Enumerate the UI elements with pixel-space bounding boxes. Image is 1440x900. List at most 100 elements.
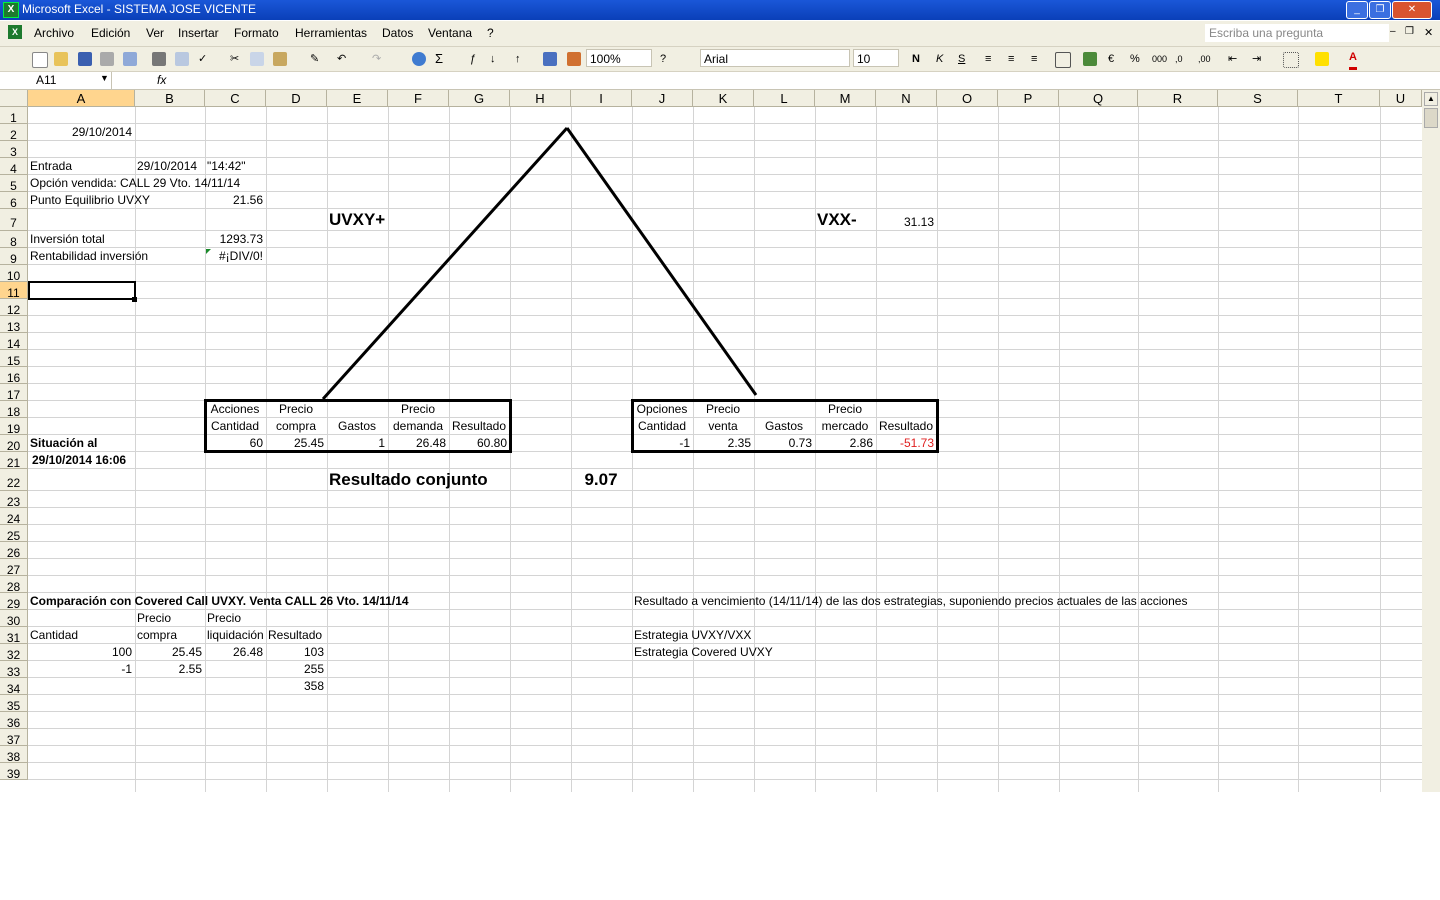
cell-j29[interactable]: Resultado a vencimiento (14/11/14) de la…: [634, 593, 1187, 610]
column-header-u[interactable]: U: [1380, 90, 1422, 107]
cell-a31[interactable]: Cantidad: [30, 627, 78, 644]
scroll-thumb[interactable]: [1424, 108, 1438, 128]
menu-formato[interactable]: Formato: [234, 26, 279, 40]
column-header-e[interactable]: E: [327, 90, 388, 107]
increase-indent-icon[interactable]: ⇥: [1252, 51, 1261, 67]
cell-c9[interactable]: #¡DIV/0!: [207, 248, 263, 265]
cell-c32[interactable]: 26.48: [207, 644, 263, 661]
italic-icon[interactable]: K: [936, 51, 943, 67]
row-header-2[interactable]: 2: [0, 124, 28, 142]
cell-a4[interactable]: Entrada: [30, 158, 72, 175]
column-header-c[interactable]: C: [205, 90, 266, 107]
row-header-35[interactable]: 35: [0, 695, 28, 713]
cell-a8[interactable]: Inversión total: [30, 231, 105, 248]
copy-icon[interactable]: [250, 52, 264, 66]
thousands-icon[interactable]: 000: [1152, 51, 1167, 67]
column-header-f[interactable]: F: [388, 90, 449, 107]
column-header-a[interactable]: A: [28, 90, 135, 107]
paste-icon[interactable]: [273, 52, 287, 66]
bold-icon[interactable]: N: [912, 51, 920, 67]
cell-d34[interactable]: 358: [268, 678, 324, 695]
cell-a9[interactable]: Rentabilidad inversión: [30, 248, 148, 265]
row-header-4[interactable]: 4: [0, 158, 28, 176]
row-header-27[interactable]: 27: [0, 559, 28, 577]
cell-d31[interactable]: Resultado: [268, 627, 322, 644]
column-header-h[interactable]: H: [510, 90, 571, 107]
workbook-icon[interactable]: X: [8, 25, 22, 39]
cell-a21[interactable]: 29/10/2014 16:06: [32, 452, 126, 469]
minimize-workbook-icon[interactable]: ‒: [1390, 26, 1396, 37]
autosum-icon[interactable]: Σ: [435, 51, 443, 67]
row-header-9[interactable]: 9: [0, 248, 28, 266]
row-header-3[interactable]: 3: [0, 141, 28, 159]
zoom-combo[interactable]: 100%: [586, 49, 652, 67]
row-header-22[interactable]: 22: [0, 469, 28, 491]
cell-a32[interactable]: 100: [30, 644, 132, 661]
row-header-15[interactable]: 15: [0, 350, 28, 368]
menu-edicion[interactable]: Edición: [91, 26, 130, 40]
name-box-dropdown-icon[interactable]: ▼: [100, 73, 109, 83]
align-left-icon[interactable]: ≡: [985, 51, 991, 67]
cell-m7[interactable]: VXX-: [817, 209, 857, 231]
restore-button[interactable]: ❐: [1369, 1, 1391, 19]
menu-datos[interactable]: Datos: [382, 26, 413, 40]
cell-b33[interactable]: 2.55: [137, 661, 202, 678]
redo-icon[interactable]: ↷: [372, 51, 381, 67]
column-header-t[interactable]: T: [1298, 90, 1380, 107]
row-header-37[interactable]: 37: [0, 729, 28, 747]
row-header-29[interactable]: 29: [0, 593, 28, 611]
row-header-31[interactable]: 31: [0, 627, 28, 645]
cell-c4[interactable]: "14:42": [207, 158, 246, 175]
menu-insertar[interactable]: Insertar: [178, 26, 219, 40]
euro-icon[interactable]: €: [1108, 51, 1114, 67]
column-header-d[interactable]: D: [266, 90, 327, 107]
column-header-q[interactable]: Q: [1059, 90, 1138, 107]
font-size-combo[interactable]: 10: [853, 49, 899, 67]
row-header-13[interactable]: 13: [0, 316, 28, 334]
row-header-23[interactable]: 23: [0, 491, 28, 509]
column-header-m[interactable]: M: [815, 90, 876, 107]
row-header-25[interactable]: 25: [0, 525, 28, 543]
row-header-36[interactable]: 36: [0, 712, 28, 730]
cell-j32[interactable]: Estrategia Covered UVXY: [634, 644, 773, 661]
fill-handle[interactable]: [132, 297, 137, 302]
cell-j31[interactable]: Estrategia UVXY/VXX: [634, 627, 751, 644]
active-cell-selection[interactable]: [28, 281, 136, 300]
cell-c30[interactable]: Precio: [207, 610, 241, 627]
cut-icon[interactable]: ✂: [230, 51, 239, 67]
column-header-j[interactable]: J: [632, 90, 693, 107]
row-header-38[interactable]: 38: [0, 746, 28, 764]
row-header-5[interactable]: 5: [0, 175, 28, 193]
print-icon[interactable]: [152, 52, 166, 66]
cell-a20[interactable]: Situación al: [30, 435, 97, 452]
cell-a29[interactable]: Comparación con Covered Call UVXY. Venta…: [30, 593, 409, 610]
cell-b4[interactable]: 29/10/2014: [137, 158, 197, 175]
font-color-icon[interactable]: A: [1349, 51, 1357, 70]
column-header-o[interactable]: O: [937, 90, 998, 107]
percent-icon[interactable]: %: [1130, 51, 1140, 67]
menu-help[interactable]: ?: [487, 26, 494, 40]
cell-c8[interactable]: 1293.73: [207, 231, 263, 248]
cell-e7[interactable]: UVXY+: [329, 209, 385, 231]
minimize-button[interactable]: _: [1346, 1, 1368, 19]
row-header-24[interactable]: 24: [0, 508, 28, 526]
print-preview-icon[interactable]: [175, 52, 189, 66]
decrease-indent-icon[interactable]: ⇤: [1228, 51, 1237, 67]
menu-ventana[interactable]: Ventana: [428, 26, 472, 40]
row-header-28[interactable]: 28: [0, 576, 28, 594]
decrease-decimal-icon[interactable]: ,00: [1198, 51, 1211, 67]
help-icon[interactable]: ?: [660, 51, 666, 67]
column-header-k[interactable]: K: [693, 90, 754, 107]
cell-d32[interactable]: 103: [268, 644, 324, 661]
align-center-icon[interactable]: ≡: [1008, 51, 1014, 67]
undo-icon[interactable]: ↶: [337, 51, 346, 67]
currency-icon[interactable]: [1083, 52, 1097, 66]
row-header-11[interactable]: 11: [0, 282, 28, 300]
permission-icon[interactable]: [100, 52, 114, 66]
menu-archivo[interactable]: Archivo: [34, 26, 74, 40]
increase-decimal-icon[interactable]: ,0: [1175, 51, 1183, 67]
drawing-icon[interactable]: [567, 52, 581, 66]
row-header-21[interactable]: 21: [0, 452, 28, 470]
scroll-up-icon[interactable]: ▲: [1424, 92, 1438, 106]
name-box[interactable]: A11: [0, 72, 112, 89]
